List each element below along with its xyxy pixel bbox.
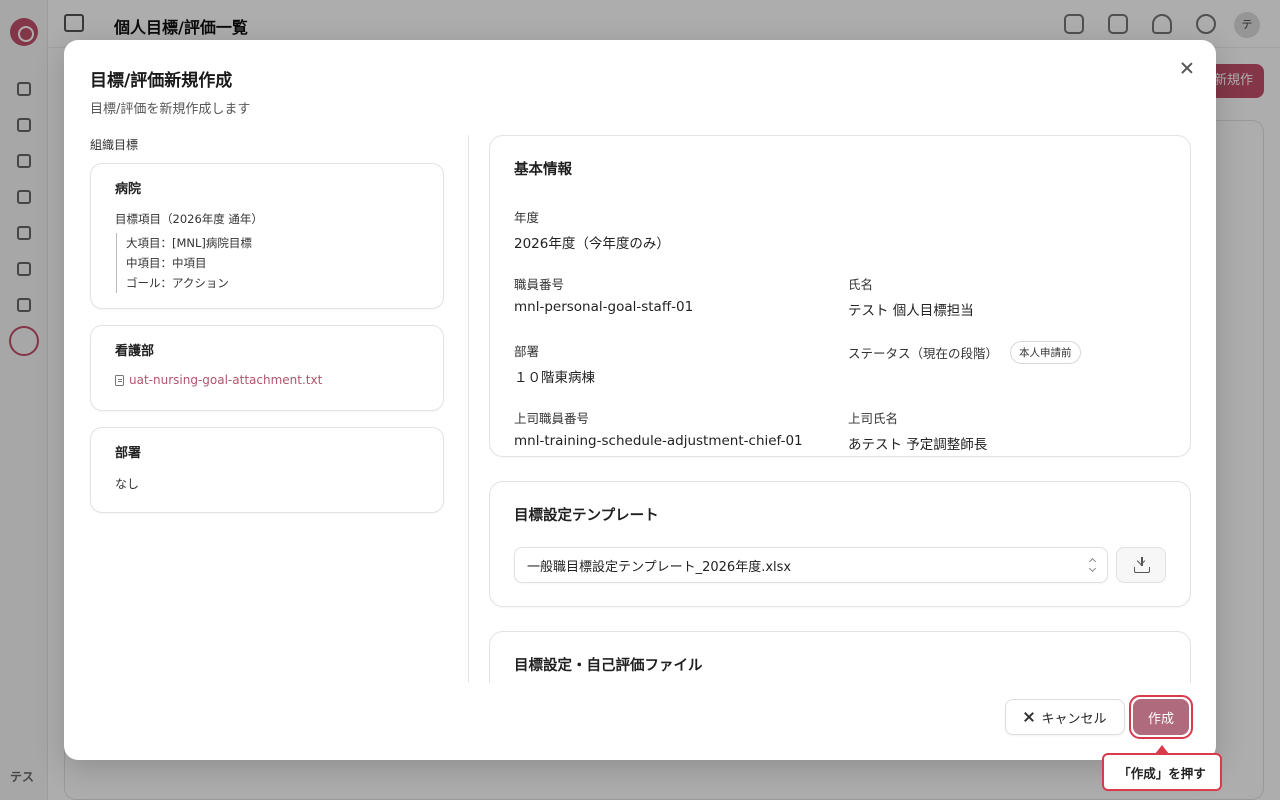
template-selected-value: 一般職目標設定テンプレート_2026年度.xlsx [527, 559, 792, 575]
download-template-button[interactable] [1116, 547, 1166, 583]
basic-info-grid: 年度 2026年度（今年度のみ） 職員番号 mnl-personal-goal-… [514, 207, 1166, 453]
staff-no-field: 職員番号 mnl-personal-goal-staff-01 [514, 274, 848, 319]
goal-middle-item: 中項目：中項目 [126, 256, 207, 270]
goal-major-item: 大項目：[MNL]病院目標 [126, 236, 252, 250]
boss-name-value: あテスト 予定調整師長 [848, 437, 988, 453]
year-label: 年度 [514, 210, 540, 225]
column-divider [468, 135, 469, 683]
self-eval-section: 目標設定・自己評価ファイル [489, 631, 1191, 683]
dialog-description: 目標/評価を新規作成します [90, 102, 251, 117]
template-section: 目標設定テンプレート 一般職目標設定テンプレート_2026年度.xlsx [489, 481, 1191, 607]
form-column[interactable]: 基本情報 年度 2026年度（今年度のみ） 職員番号 mnl-personal-… [489, 135, 1191, 683]
name-value: テスト 個人目標担当 [848, 303, 974, 319]
goal-action: ゴール：アクション [126, 276, 229, 290]
goal-item-details: 大項目：[MNL]病院目標 中項目：中項目 ゴール：アクション [116, 233, 419, 293]
status-label: ステータス（現在の段階） [848, 346, 999, 361]
year-field: 年度 2026年度（今年度のみ） [514, 207, 848, 252]
close-icon[interactable] [1177, 58, 1197, 78]
staff-no-label: 職員番号 [514, 277, 565, 292]
cancel-button[interactable]: キャンセル [1005, 699, 1125, 735]
goal-item-header: 目標項目（2026年度 通年） [115, 212, 263, 226]
dialog-title: 目標/評価新規作成 [90, 71, 233, 91]
hospital-goal-card: 病院 目標項目（2026年度 通年） 大項目：[MNL]病院目標 中項目：中項目… [90, 163, 444, 309]
basic-info-title: 基本情報 [514, 162, 572, 178]
file-icon [115, 374, 124, 386]
status-badge: 本人申請前 [1010, 341, 1081, 364]
org-goals-column: 組織目標 病院 目標項目（2026年度 通年） 大項目：[MNL]病院目標 中項… [90, 136, 444, 529]
department-goal-value: なし [115, 477, 140, 491]
hospital-title: 病院 [115, 182, 142, 197]
close-icon [1023, 711, 1035, 723]
dept-value: １０階東病棟 [514, 370, 595, 386]
empty-cell [848, 207, 1168, 252]
attachment-filename[interactable]: uat-nursing-goal-attachment.txt [129, 373, 322, 387]
org-goals-heading: 組織目標 [90, 138, 139, 152]
department-title: 部署 [115, 446, 142, 461]
chevron-up-down-icon [1088, 557, 1097, 573]
download-icon-stem [1141, 557, 1143, 566]
template-row: 一般職目標設定テンプレート_2026年度.xlsx [514, 547, 1166, 583]
cancel-label: キャンセル [1041, 711, 1107, 727]
year-value: 2026年度（今年度のみ） [514, 236, 670, 252]
boss-no-value: mnl-training-schedule-adjustment-chief-0… [514, 433, 803, 449]
name-label: 氏名 [848, 277, 874, 292]
dept-field: 部署 １０階東病棟 [514, 341, 848, 386]
staff-no-value: mnl-personal-goal-staff-01 [514, 299, 694, 315]
status-field: ステータス（現在の段階） 本人申請前 [848, 341, 1168, 386]
name-field: 氏名 テスト 個人目標担当 [848, 274, 1168, 319]
department-goal-card: 部署 なし [90, 427, 444, 513]
nursing-goal-card: 看護部 uat-nursing-goal-attachment.txt [90, 325, 444, 411]
dept-label: 部署 [514, 344, 540, 359]
template-select[interactable]: 一般職目標設定テンプレート_2026年度.xlsx [514, 547, 1108, 583]
boss-no-field: 上司職員番号 mnl-training-schedule-adjustment-… [514, 408, 848, 453]
template-title: 目標設定テンプレート [514, 508, 659, 524]
basic-info-section: 基本情報 年度 2026年度（今年度のみ） 職員番号 mnl-personal-… [489, 135, 1191, 457]
attachment-link[interactable]: uat-nursing-goal-attachment.txt [115, 373, 419, 387]
boss-name-label: 上司氏名 [848, 411, 899, 426]
self-eval-title: 目標設定・自己評価ファイル [514, 658, 703, 674]
boss-name-field: 上司氏名 あテスト 予定調整師長 [848, 408, 1168, 453]
boss-no-label: 上司職員番号 [514, 411, 590, 426]
create-button[interactable]: 作成 [1133, 699, 1189, 735]
status-label-row: ステータス（現在の段階） 本人申請前 [848, 341, 1168, 364]
create-goal-dialog: 目標/評価新規作成 目標/評価を新規作成します 組織目標 病院 目標項目（202… [64, 40, 1216, 760]
instruction-tooltip: 「作成」を押す [1102, 753, 1222, 791]
nursing-title: 看護部 [115, 344, 155, 359]
